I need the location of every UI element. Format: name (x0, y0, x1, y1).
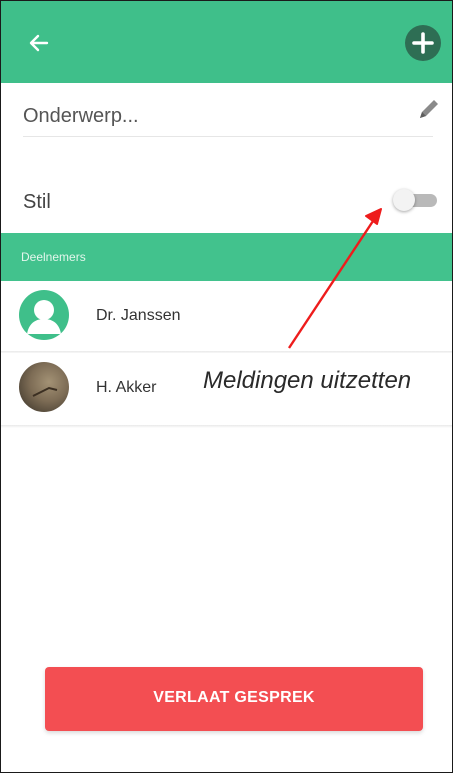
participant-row[interactable]: Dr. Janssen (1, 281, 452, 351)
generic-user-avatar (19, 290, 69, 340)
subject-placeholder: Onderwerp... (23, 105, 139, 127)
photo-avatar (19, 362, 69, 412)
pencil-icon[interactable] (415, 95, 443, 123)
leave-button-label: VERLAAT GESPREK (153, 689, 315, 706)
silent-toggle[interactable] (393, 189, 439, 211)
silent-label: Stil (23, 191, 51, 213)
participant-name: Dr. Janssen (96, 307, 181, 324)
subject-field[interactable]: Onderwerp... (1, 83, 452, 153)
app-bar (1, 1, 452, 83)
add-participant-button[interactable] (405, 25, 441, 61)
participants-header-label: Deelnemers (21, 250, 86, 264)
divider (23, 136, 433, 137)
participants-header: Deelnemers (1, 233, 452, 281)
divider (1, 425, 452, 428)
toggle-knob (393, 189, 415, 211)
arrow-left-icon[interactable] (25, 29, 53, 57)
participant-name: H. Akker (96, 379, 157, 396)
phone-screen: Onderwerp... Stil Deelnemers Dr. Janssen (0, 0, 453, 773)
plus-icon (412, 32, 434, 54)
annotation-text: Meldingen uitzetten (203, 367, 412, 394)
leave-conversation-button[interactable]: VERLAAT GESPREK (45, 667, 423, 731)
silent-row: Stil (1, 161, 452, 233)
